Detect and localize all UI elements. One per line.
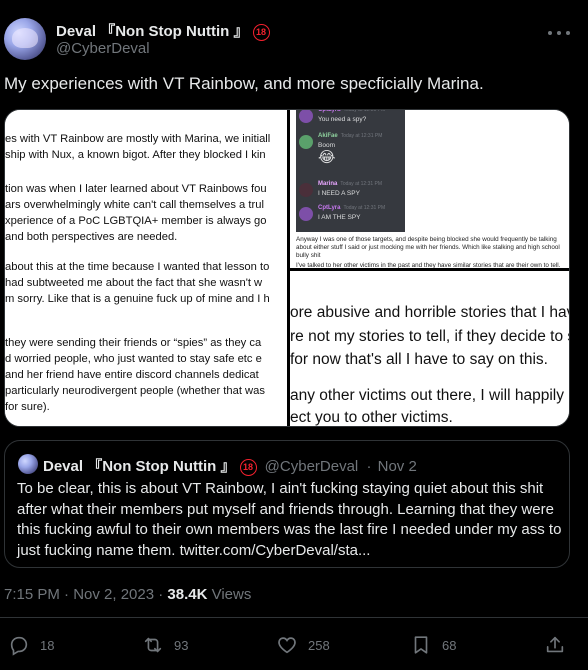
- reply-icon: [10, 636, 28, 656]
- image-text-line: any other victims out there, I will happ…: [290, 387, 570, 404]
- age-18-badge-icon: 18: [239, 458, 257, 476]
- like-button[interactable]: 258: [276, 634, 330, 656]
- tweet-text: My experiences with VT Rainbow, and more…: [4, 74, 484, 93]
- author-display-name[interactable]: Deval 『Non Stop Nuttin 』 18: [56, 20, 270, 41]
- views-count: 38.4K: [167, 586, 208, 603]
- discord-message: CptLyra Today at 12:31 PM I AM THE SPY: [296, 204, 405, 228]
- share-button[interactable]: [544, 634, 566, 656]
- image-text-line: tion was when I later learned about VT R…: [5, 183, 267, 195]
- image-text-line: d worried people, who just wanted to sta…: [5, 353, 262, 365]
- repost-icon: [144, 637, 162, 653]
- quoted-tweet[interactable]: Deval 『Non Stop Nuttin 』 18 @CyberDeval ·…: [4, 440, 570, 568]
- reply-button[interactable]: 18: [8, 634, 54, 656]
- reply-count: 18: [40, 637, 55, 653]
- discord-timestamp: Today at 12:31 PM: [343, 205, 386, 211]
- image-text-line: and both perspectives are needed.: [5, 231, 178, 243]
- image-text-line: ship with Nux, a known bigot. After they…: [5, 149, 266, 161]
- discord-avatar: [299, 135, 313, 149]
- author-handle[interactable]: @CyberDeval: [56, 40, 150, 57]
- media-image-left[interactable]: es with VT Rainbow are mostly with Marin…: [5, 110, 287, 426]
- media-grid[interactable]: es with VT Rainbow are mostly with Marin…: [4, 109, 570, 427]
- image-text-line: about either stuff I said or just mockin…: [296, 244, 560, 251]
- image-text-line: for sure).: [5, 401, 50, 413]
- image-text-line: and her friend have entire discord chann…: [5, 369, 259, 381]
- quoted-header: Deval 『Non Stop Nuttin 』 18 @CyberDeval ·…: [43, 455, 417, 476]
- media-image-bottom-right[interactable]: ore abusive and horrible stories that I …: [290, 271, 570, 426]
- image-text-line: xperience of a PoC LGBTQIA+ member is al…: [5, 215, 267, 227]
- tweet-meta: 7:15 PM · Nov 2, 2023 · 38.4K Views: [4, 586, 251, 603]
- image-text-line: had subtweeted me about the fact that sh…: [5, 277, 263, 289]
- discord-message: CptLyra Today at 12:31 PM You need a spy?: [296, 110, 405, 130]
- views-label: Views: [207, 586, 252, 603]
- tweet-header: Deval 『Non Stop Nuttin 』 18 @CyberDeval: [4, 14, 584, 64]
- quoted-handle: @CyberDeval: [264, 458, 359, 475]
- author-name-text: Deval 『Non Stop Nuttin 』: [56, 23, 249, 40]
- bookmark-button[interactable]: 68: [410, 634, 456, 656]
- more-options-icon[interactable]: [548, 30, 570, 36]
- age-18-badge-icon: 18: [252, 23, 270, 41]
- image-text-line: bully shit: [296, 252, 321, 259]
- image-text-line: they were sending their friends or “spie…: [5, 337, 262, 349]
- image-text-line: particularly neurodivergent people (whet…: [5, 385, 265, 397]
- discord-timestamp: Today at 12:31 PM: [340, 181, 383, 187]
- discord-screenshot: CptLyra Today at 12:31 PM You need a spy? A…: [296, 110, 405, 232]
- discord-avatar: [299, 110, 313, 123]
- repost-count: 93: [174, 637, 189, 653]
- discord-message-text: I NEED A SPY: [318, 190, 360, 197]
- discord-timestamp: Today at 12:31 PM: [340, 133, 383, 139]
- quoted-date: Nov 2: [377, 458, 417, 475]
- quoted-text: To be clear, this is about VT Rainbow, I…: [17, 480, 562, 559]
- discord-message-text: I AM THE SPY: [318, 214, 361, 221]
- discord-username: CptLyra Today at 12:31 PM: [318, 205, 386, 211]
- quoted-avatar: [18, 454, 38, 474]
- repost-button[interactable]: 93: [142, 634, 188, 656]
- image-text-line: m sorry. Like that is a genuine fuck up …: [5, 293, 270, 305]
- discord-username: Marina Today at 12:31 PM: [318, 181, 383, 187]
- discord-message-text: You need a spy?: [318, 116, 367, 123]
- image-text-line: ect you to other victims.: [290, 409, 453, 426]
- heart-icon: [278, 637, 296, 654]
- share-icon: [546, 636, 564, 653]
- like-count: 258: [308, 637, 330, 653]
- divider: [0, 617, 588, 618]
- quoted-separator: ·: [366, 458, 372, 475]
- media-image-top-right[interactable]: CptLyra Today at 12:31 PM You need a spy? A…: [290, 110, 569, 268]
- image-text-line: about this at the time because I wanted …: [5, 261, 270, 273]
- quoted-display-name: Deval 『Non Stop Nuttin 』: [43, 458, 236, 475]
- image-text-line: ars overwhelmingly white can't call them…: [5, 199, 264, 211]
- image-text-line: re not my stories to tell, if they decid…: [290, 328, 570, 345]
- avatar[interactable]: [4, 18, 46, 60]
- image-text-line: for now that's all I have to say on this…: [290, 351, 548, 368]
- discord-message-text: 😂: [318, 149, 336, 166]
- discord-avatar: [299, 183, 313, 197]
- action-bar: 18 93 258 68: [0, 630, 588, 660]
- discord-username: AkiFae Today at 12:31 PM: [318, 133, 383, 139]
- discord-message: Marina Today at 12:31 PM I NEED A SPY: [296, 180, 405, 204]
- tweet-timestamp[interactable]: 7:15 PM · Nov 2, 2023 ·: [4, 586, 167, 603]
- discord-avatar: [299, 207, 313, 221]
- discord-username: CptLyra Today at 12:31 PM: [318, 110, 385, 113]
- bookmark-count: 68: [442, 637, 457, 653]
- image-text-line: es with VT Rainbow are mostly with Marin…: [5, 133, 271, 145]
- discord-message: 😂: [296, 148, 405, 172]
- image-text-line: ore abusive and horrible stories that I …: [290, 304, 570, 321]
- discord-timestamp: Today at 12:31 PM: [343, 110, 386, 113]
- image-text-line: Anyway I was one of those targets, and d…: [296, 236, 557, 243]
- bookmark-icon: [414, 636, 428, 654]
